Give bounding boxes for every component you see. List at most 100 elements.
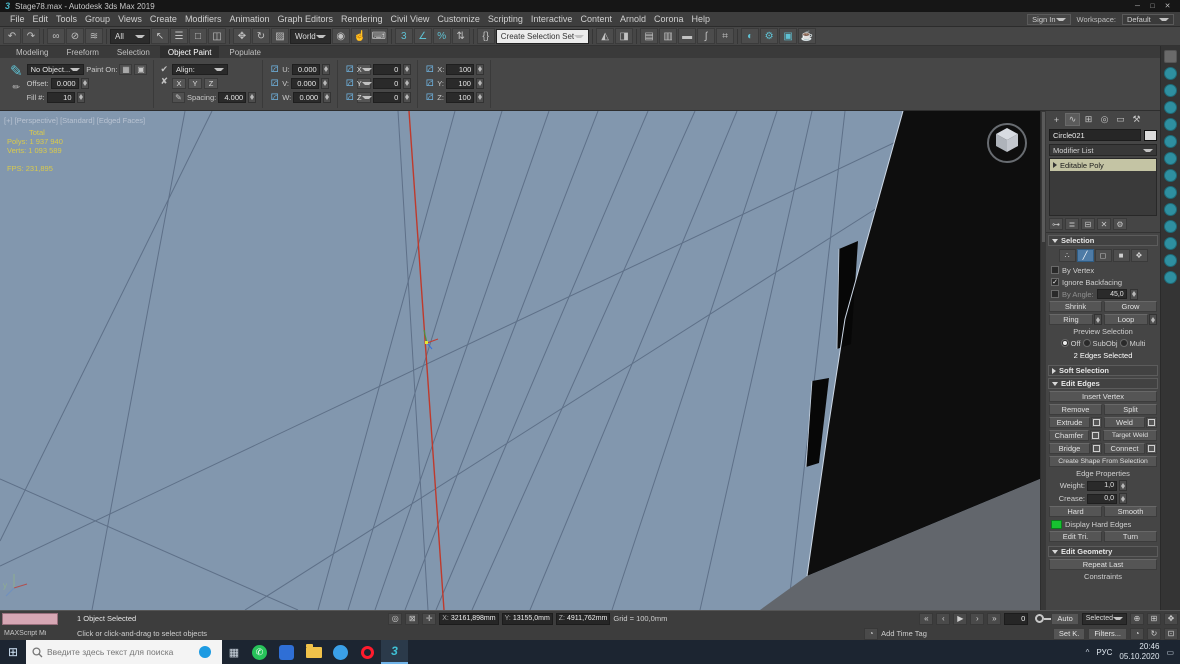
by-vertex-checkbox[interactable] (1051, 266, 1059, 274)
selection-region-icon[interactable]: □ (189, 28, 207, 44)
target-weld-button[interactable]: Target Weld (1103, 430, 1157, 441)
render-production-icon[interactable]: ☕ (798, 28, 816, 44)
notification-center-icon[interactable]: ▭ (1166, 648, 1174, 657)
material-editor-icon[interactable]: ◐ (741, 28, 759, 44)
dock-tool-icon[interactable] (1164, 169, 1177, 182)
rotation-y-spinner[interactable] (403, 78, 411, 89)
selection-rollout-header[interactable]: Selection (1048, 235, 1158, 246)
menu-scripting[interactable]: Scripting (484, 14, 527, 24)
spinner-snap-icon[interactable]: ⇅ (452, 28, 470, 44)
dock-tool-icon[interactable] (1164, 220, 1177, 233)
search-input[interactable] (47, 647, 195, 657)
configure-modifier-sets-icon[interactable]: ⚙ (1113, 218, 1127, 230)
scene-explorer-icon[interactable]: ▤ (640, 28, 658, 44)
x-coordinate-field[interactable]: X:32161,898mm (439, 613, 498, 625)
app-taskbar-icon[interactable] (273, 640, 300, 664)
randomize-rz-icon[interactable]: ⚂ (344, 92, 355, 103)
reference-coordinate-dropdown[interactable]: World (290, 29, 331, 44)
tab-modeling[interactable]: Modeling (8, 46, 56, 58)
maximize-icon[interactable]: □ (1145, 1, 1160, 12)
absolute-mode-icon[interactable]: ✛ (422, 613, 436, 625)
extrude-settings-icon[interactable] (1091, 417, 1102, 428)
menu-civil-view[interactable]: Civil View (387, 14, 434, 24)
grow-button[interactable]: Grow (1104, 301, 1157, 312)
redo-icon[interactable]: ↷ (22, 28, 40, 44)
z-coordinate-field[interactable]: Z:4911,762mm (556, 613, 611, 625)
dock-tool-icon[interactable] (1164, 186, 1177, 199)
viewport-label-menu[interactable]: [+] [Perspective] [Standard] [Edged Face… (4, 116, 145, 125)
pin-stack-icon[interactable]: ⊶ (1049, 218, 1063, 230)
randomize-v-icon[interactable]: ⚂ (269, 78, 280, 89)
menu-corona[interactable]: Corona (650, 14, 688, 24)
preview-off-radio[interactable] (1061, 339, 1069, 347)
align-dropdown[interactable]: Align: (172, 64, 228, 75)
cancel-cross-icon[interactable]: ✘ (160, 76, 168, 86)
play-icon[interactable]: ▶ (953, 613, 967, 625)
spacing-brush-icon[interactable]: ✎ (172, 92, 185, 103)
selection-filter-dropdown[interactable]: All (110, 29, 150, 44)
chamfer-button[interactable]: Chamfer (1049, 430, 1089, 441)
offset-spinner[interactable] (81, 78, 89, 89)
taskbar-clock[interactable]: 20:46 05.10.2020 (1119, 642, 1159, 662)
angle-snap-icon[interactable]: ∠ (414, 28, 432, 44)
shrink-button[interactable]: Shrink (1049, 301, 1102, 312)
crease-input[interactable]: 0,0 (1087, 494, 1117, 504)
spacing-spinner[interactable] (248, 92, 256, 103)
select-by-name-icon[interactable]: ☰ (170, 28, 188, 44)
dock-tool-icon[interactable] (1164, 84, 1177, 97)
mirror-icon[interactable]: ◭ (596, 28, 614, 44)
tray-chevron-icon[interactable]: ^ (1086, 648, 1090, 657)
fill-spinner[interactable] (77, 92, 85, 103)
previous-frame-icon[interactable]: ‹ (936, 613, 950, 625)
field-of-view-icon[interactable]: ◔ (1130, 628, 1144, 640)
tab-utilities[interactable]: ⚒ (1129, 113, 1144, 126)
named-selection-sets-dropdown[interactable]: Create Selection Set (496, 29, 589, 44)
fill-input[interactable]: 10 (47, 92, 75, 103)
current-frame-field[interactable]: 0 (1004, 613, 1028, 625)
menu-create[interactable]: Create (146, 14, 181, 24)
tab-object-paint[interactable]: Object Paint (160, 46, 220, 58)
tab-selection[interactable]: Selection (109, 46, 158, 58)
split-button[interactable]: Split (1104, 404, 1157, 415)
keyboard-override-icon[interactable]: ⌨ (370, 28, 388, 44)
y-coordinate-field[interactable]: Y:13155,0mm (502, 613, 553, 625)
soft-selection-rollout-header[interactable]: Soft Selection (1048, 365, 1158, 376)
paint-on-scene-icon[interactable]: ▦ (119, 64, 132, 75)
paint-object-dropdown[interactable]: No Object... (27, 64, 85, 75)
rotation-y-dropdown[interactable]: Y (357, 78, 371, 89)
menu-rendering[interactable]: Rendering (337, 14, 387, 24)
insert-vertex-button[interactable]: Insert Vertex (1049, 391, 1157, 402)
bridge-settings-icon[interactable] (1091, 443, 1102, 454)
randomize-sx-icon[interactable]: ⚂ (424, 64, 435, 75)
by-angle-spinner[interactable] (1130, 289, 1138, 300)
viewport-canvas[interactable] (0, 111, 1040, 610)
language-indicator[interactable]: РУС (1096, 648, 1112, 657)
modifier-stack[interactable]: Editable Poly (1049, 158, 1157, 216)
next-frame-icon[interactable]: › (970, 613, 984, 625)
unlink-selection-icon[interactable]: ⊘ (66, 28, 84, 44)
u-spinner[interactable] (322, 64, 330, 75)
chamfer-settings-icon[interactable] (1090, 430, 1101, 441)
set-keys-icon[interactable] (1035, 614, 1044, 623)
hard-button[interactable]: Hard (1049, 506, 1102, 517)
tab-modify[interactable]: ∿ (1065, 113, 1080, 126)
tab-hierarchy[interactable]: ⊞ (1081, 113, 1096, 126)
tab-display[interactable]: ▭ (1113, 113, 1128, 126)
minimize-icon[interactable]: ─ (1130, 1, 1145, 12)
menu-content[interactable]: Content (576, 14, 616, 24)
close-icon[interactable]: ✕ (1160, 1, 1175, 12)
u-input[interactable]: 0.000 (292, 64, 320, 75)
smooth-button[interactable]: Smooth (1104, 506, 1157, 517)
hard-edge-color-swatch[interactable] (1051, 520, 1062, 529)
expand-icon[interactable] (1053, 162, 1057, 168)
eraser-icon[interactable]: ✏ (13, 82, 21, 92)
v-spinner[interactable] (321, 78, 329, 89)
auto-key-button[interactable]: Auto (1051, 613, 1078, 625)
sign-in-button[interactable]: Sign In (1027, 14, 1070, 25)
rotation-z-spinner[interactable] (403, 92, 411, 103)
vertex-mode-icon[interactable]: ∴ (1059, 249, 1076, 262)
render-setup-icon[interactable]: ⚙ (760, 28, 778, 44)
randomize-sz-icon[interactable]: ⚂ (424, 92, 435, 103)
crease-spinner[interactable] (1119, 493, 1127, 504)
set-key-button[interactable]: Set K. (1053, 628, 1085, 640)
